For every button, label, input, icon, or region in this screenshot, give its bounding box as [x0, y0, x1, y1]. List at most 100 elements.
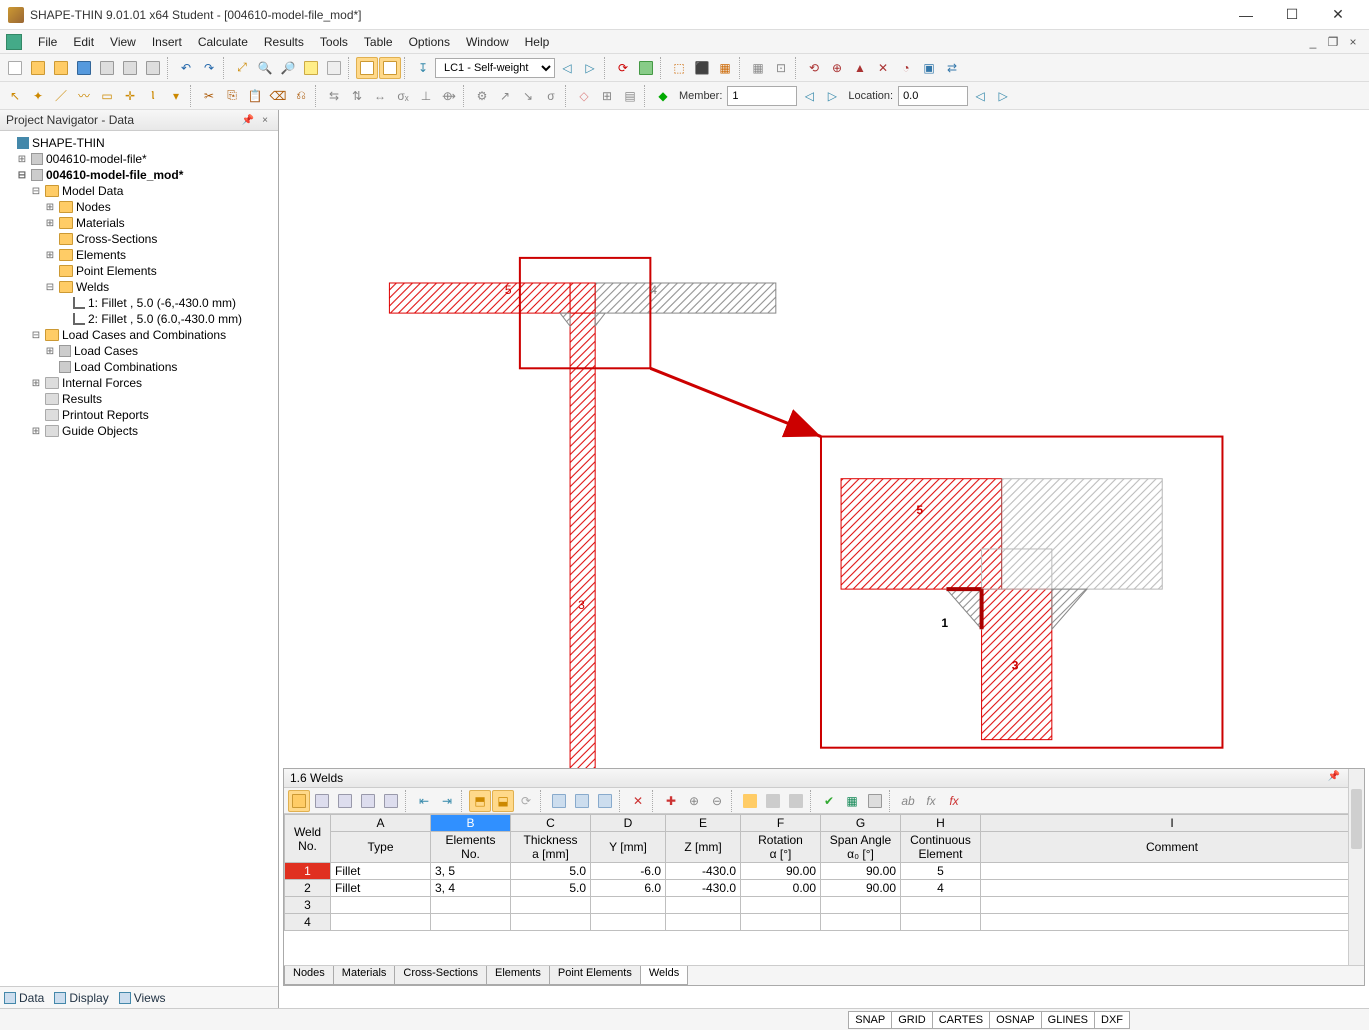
menu-options[interactable]: Options [401, 33, 458, 51]
status-cartes[interactable]: CARTES [932, 1011, 990, 1029]
navigator-tree[interactable]: SHAPE-THIN ⊞004610-model-file* ⊟004610-m… [0, 131, 278, 986]
redo-icon[interactable]: ↷ [198, 57, 220, 79]
print-icon[interactable] [119, 57, 141, 79]
settings3-icon[interactable]: ↘ [517, 85, 539, 107]
navigator-pin-icon[interactable]: 📌 [238, 115, 258, 126]
tbl-btn-4[interactable] [357, 790, 379, 812]
modify3-icon[interactable]: ↔ [369, 85, 391, 107]
ibeam-icon[interactable]: Ⲓ [142, 85, 164, 107]
tree-model-data[interactable]: Model Data [62, 184, 123, 198]
zoom-extents-icon[interactable] [300, 57, 322, 79]
tbl-refresh-icon[interactable]: ⟳ [515, 790, 537, 812]
tree-file-2[interactable]: 004610-model-file_mod* [46, 168, 183, 182]
modify2-icon[interactable]: ⇅ [346, 85, 368, 107]
tool1-icon[interactable]: ⟲ [803, 57, 825, 79]
pointer-icon[interactable]: ↖ [4, 85, 26, 107]
menu-help[interactable]: Help [517, 33, 558, 51]
maximize-button[interactable]: ☐ [1269, 0, 1315, 30]
menu-calculate[interactable]: Calculate [190, 33, 256, 51]
nav-tab-views[interactable]: Views [119, 991, 166, 1005]
tbl-btn-1[interactable] [288, 790, 310, 812]
tree-loadcases[interactable]: Load Cases [74, 344, 138, 358]
new-icon[interactable] [4, 57, 26, 79]
tool5-icon[interactable]: ◔ [895, 57, 917, 79]
member-next-icon[interactable]: ▷ [821, 85, 843, 107]
modify1-icon[interactable]: ⇆ [323, 85, 345, 107]
settings4-icon[interactable]: σ [540, 85, 562, 107]
system-menu-icon[interactable] [6, 34, 22, 50]
tree-file-1[interactable]: 004610-model-file* [46, 152, 147, 166]
menu-file[interactable]: File [30, 33, 65, 51]
line-icon[interactable]: ／ [50, 85, 72, 107]
tool6-icon[interactable]: ▣ [918, 57, 940, 79]
cross-icon[interactable]: ✛ [119, 85, 141, 107]
more-shapes-icon[interactable]: ▾ [165, 85, 187, 107]
tbl-check-icon[interactable]: ✔ [818, 790, 840, 812]
tab-cross-sections[interactable]: Cross-Sections [394, 966, 487, 985]
mdi-close[interactable]: × [1343, 35, 1363, 49]
tbl-delete-icon[interactable]: ✕ [627, 790, 649, 812]
tree-nodes[interactable]: Nodes [76, 200, 111, 214]
tree-root[interactable]: SHAPE-THIN [32, 136, 105, 150]
save-icon[interactable] [73, 57, 95, 79]
status-grid[interactable]: GRID [891, 1011, 933, 1029]
nav-tab-display[interactable]: Display [54, 991, 108, 1005]
modify5-icon[interactable]: ⊥ [415, 85, 437, 107]
tbl-btn-5[interactable] [380, 790, 402, 812]
tbl-fx3-icon[interactable]: fx [943, 790, 965, 812]
tbl-view1-icon[interactable] [548, 790, 570, 812]
menu-view[interactable]: View [102, 33, 144, 51]
table-scrollbar[interactable] [1348, 814, 1364, 965]
tree-results[interactable]: Results [62, 392, 102, 406]
tool7-icon[interactable]: ⇄ [941, 57, 963, 79]
tool4-icon[interactable]: ✕ [872, 57, 894, 79]
mdi-minimize[interactable]: _ [1303, 35, 1323, 49]
menu-results[interactable]: Results [256, 33, 312, 51]
settings1-icon[interactable]: ⚙ [471, 85, 493, 107]
tbl-btn-2[interactable] [311, 790, 333, 812]
tbl-prev-icon[interactable]: ⇤ [413, 790, 435, 812]
view-dropdown-icon[interactable] [323, 57, 345, 79]
modify6-icon[interactable]: ⟴ [438, 85, 460, 107]
minimize-button[interactable]: ― [1223, 0, 1269, 30]
edit2-icon[interactable]: ⎘ [221, 85, 243, 107]
menu-table[interactable]: Table [356, 33, 401, 51]
tbl-excel-icon[interactable]: ▦ [841, 790, 863, 812]
color-picker-icon[interactable]: ◆ [652, 85, 674, 107]
tab-point-elements[interactable]: Point Elements [549, 966, 641, 985]
tbl-view3-icon[interactable] [594, 790, 616, 812]
nav-tab-data[interactable]: Data [4, 991, 44, 1005]
open-icon[interactable] [27, 57, 49, 79]
edit1-icon[interactable]: ✂ [198, 85, 220, 107]
loadcase-next-icon[interactable]: ▷ [579, 57, 601, 79]
tree-point-elements[interactable]: Point Elements [76, 264, 157, 278]
tbl-insert2-icon[interactable]: ⊕ [683, 790, 705, 812]
grid3-icon[interactable]: ▤ [619, 85, 641, 107]
tbl-insert3-icon[interactable]: ⊖ [706, 790, 728, 812]
graphic2-icon[interactable]: ⬛ [691, 57, 713, 79]
tree-guide[interactable]: Guide Objects [62, 424, 138, 438]
graphic1-icon[interactable]: ⬚ [668, 57, 690, 79]
zoom-window-icon[interactable]: ⤢ [231, 57, 253, 79]
modify4-icon[interactable]: σₓ [392, 85, 414, 107]
location-prev-icon[interactable]: ◁ [969, 85, 991, 107]
tbl-fx2-icon[interactable]: fx [920, 790, 942, 812]
tree-loadcases-comb[interactable]: Load Cases and Combinations [62, 328, 226, 342]
tbl-insert1-icon[interactable]: ✚ [660, 790, 682, 812]
tbl-color2-icon[interactable] [762, 790, 784, 812]
node-icon[interactable]: ✦ [27, 85, 49, 107]
calculate-icon[interactable]: ⟳ [612, 57, 634, 79]
mdi-restore[interactable]: ❐ [1323, 35, 1343, 49]
zoom-icon[interactable]: 🔍 [254, 57, 276, 79]
tree-elements[interactable]: Elements [76, 248, 126, 262]
status-snap[interactable]: SNAP [848, 1011, 892, 1029]
tree-loadcomb[interactable]: Load Combinations [74, 360, 177, 374]
tree-welds[interactable]: Welds [76, 280, 109, 294]
location-input[interactable] [898, 86, 968, 106]
member-input[interactable] [727, 86, 797, 106]
tbl-next-icon[interactable]: ⇥ [436, 790, 458, 812]
navigator-close-icon[interactable]: × [258, 115, 272, 126]
tree-weld-2[interactable]: 2: Fillet , 5.0 (6.0,-430.0 mm) [88, 312, 242, 326]
welds-table[interactable]: Weld No. A B C D E F G H I Type Elements… [284, 814, 1364, 931]
status-glines[interactable]: GLINES [1041, 1011, 1095, 1029]
